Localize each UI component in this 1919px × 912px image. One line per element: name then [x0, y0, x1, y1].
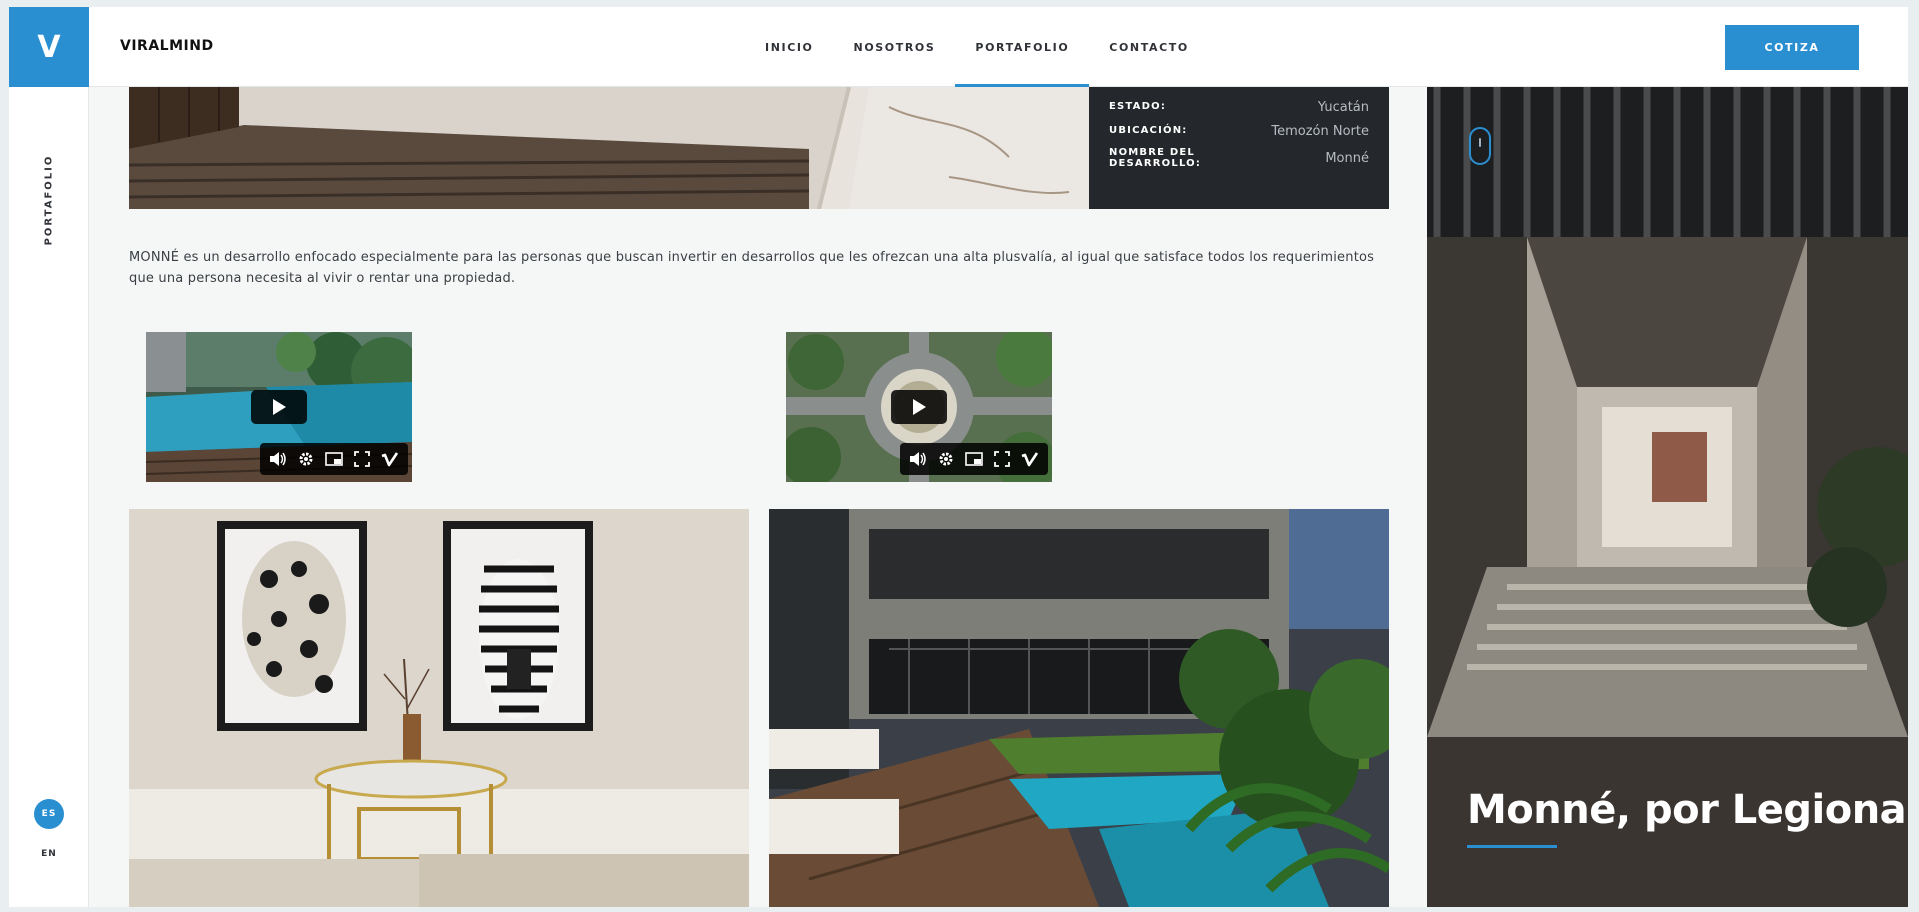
pip-icon[interactable]	[963, 448, 985, 470]
side-rail: PORTAFOLIO ES EN	[9, 87, 89, 907]
vimeo-icon[interactable]	[379, 448, 401, 470]
vimeo-icon[interactable]	[1019, 448, 1041, 470]
gallery-photo-exterior[interactable]	[769, 509, 1389, 907]
section-label: PORTAFOLIO	[43, 154, 55, 246]
pip-icon[interactable]	[323, 448, 345, 470]
info-row-estado: ESTADO: Yucatán	[1109, 100, 1369, 115]
play-button[interactable]	[251, 390, 307, 424]
brand-name[interactable]: VIRALMIND	[120, 38, 214, 54]
cotiza-button[interactable]: COTIZA	[1725, 25, 1859, 70]
fullscreen-icon[interactable]	[351, 448, 373, 470]
project-description: MONNÉ es un desarrollo enfocado especial…	[129, 250, 1375, 286]
volume-icon[interactable]	[907, 448, 929, 470]
video-player-aerial[interactable]	[786, 332, 1052, 482]
nav-item-contacto[interactable]: CONTACTO	[1089, 7, 1209, 87]
fullscreen-icon[interactable]	[991, 448, 1013, 470]
play-icon	[913, 399, 926, 415]
hero-panel: Monné, por Legiona	[1427, 87, 1908, 907]
video-player-pool[interactable]	[146, 332, 412, 482]
info-row-ubicacion: UBICACIÓN: Temozón Norte	[1109, 124, 1369, 139]
nav-item-inicio[interactable]: INICIO	[745, 7, 834, 87]
video-controls	[260, 443, 408, 475]
hero-title-underline	[1467, 845, 1557, 848]
settings-icon[interactable]	[295, 448, 317, 470]
play-icon	[273, 399, 286, 415]
hero-image	[1427, 87, 1908, 907]
info-row-nombre: NOMBRE DEL DESARROLLO: Monné	[1109, 147, 1369, 169]
video-controls	[900, 443, 1048, 475]
nav-item-nosotros[interactable]: NOSOTROS	[834, 7, 956, 87]
play-button[interactable]	[891, 390, 947, 424]
project-info-panel: ESTADO: Yucatán UBICACIÓN: Temozón Norte…	[1089, 87, 1389, 209]
language-es-button[interactable]: ES	[34, 799, 64, 829]
settings-icon[interactable]	[935, 448, 957, 470]
site-header: V VIRALMIND INICIO NOSOTROS PORTAFOLIO C…	[9, 7, 1908, 87]
volume-icon[interactable]	[267, 448, 289, 470]
project-top-image	[129, 87, 1089, 209]
scroll-indicator-icon[interactable]	[1469, 127, 1491, 165]
gallery-photo-interior[interactable]	[129, 509, 749, 907]
page-frame: V VIRALMIND INICIO NOSOTROS PORTAFOLIO C…	[9, 7, 1908, 907]
logo[interactable]: V	[9, 7, 89, 87]
language-en-button[interactable]: EN	[34, 844, 64, 864]
nav-item-portafolio[interactable]: PORTAFOLIO	[955, 7, 1090, 87]
main-nav: INICIO NOSOTROS PORTAFOLIO CONTACTO	[745, 7, 1209, 87]
hero-title: Monné, por Legiona	[1467, 787, 1907, 833]
